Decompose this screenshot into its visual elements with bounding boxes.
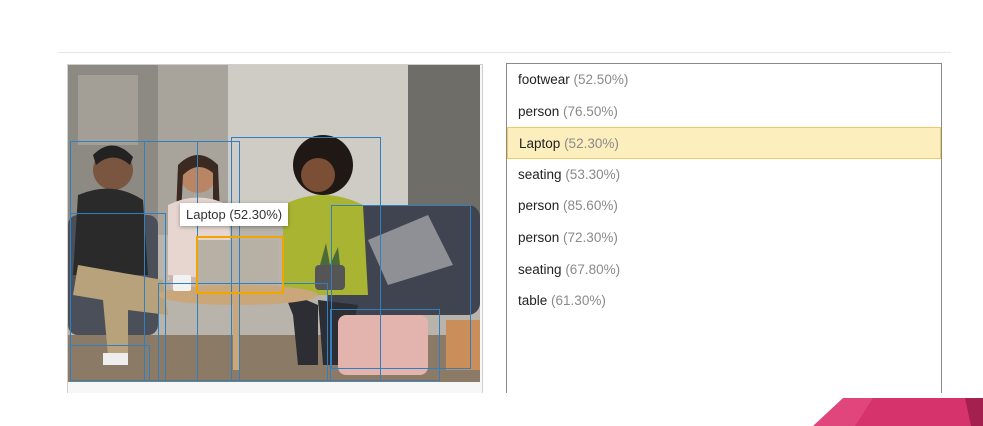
bbox-pouf[interactable] xyxy=(330,309,440,381)
detection-item[interactable]: seating (67.80%) xyxy=(507,254,941,286)
detection-confidence: (76.50%) xyxy=(563,103,618,119)
image-viewer: Laptop (52.30%) xyxy=(67,64,483,393)
bbox-laptop-selected[interactable] xyxy=(196,236,284,294)
detection-item[interactable]: person (76.50%) xyxy=(507,96,941,128)
detection-label: person xyxy=(518,103,560,119)
detection-confidence: (53.30%) xyxy=(565,166,621,182)
detection-confidence: (85.60%) xyxy=(563,198,618,214)
corner-accent-decoration xyxy=(813,398,983,426)
detection-label: table xyxy=(518,293,548,309)
detection-item[interactable]: person (72.30%) xyxy=(507,222,941,254)
detection-confidence: (52.50%) xyxy=(573,72,629,87)
detection-item[interactable]: footwear (52.50%) xyxy=(507,64,941,96)
detection-confidence: (72.30%) xyxy=(563,229,618,245)
detection-confidence: (67.80%) xyxy=(565,261,621,277)
detection-confidence: (61.30%) xyxy=(551,293,606,309)
detection-label: seating xyxy=(518,166,562,182)
detection-item[interactable]: person (85.60%) xyxy=(507,190,941,222)
detection-item[interactable]: seating (53.30%) xyxy=(507,159,941,191)
detection-label: Laptop xyxy=(519,136,561,152)
detection-label: footwear xyxy=(518,72,570,87)
detection-item[interactable]: table (61.30%) xyxy=(507,285,941,317)
detection-label: person xyxy=(518,229,560,245)
detection-list: footwear (52.50%) person (76.50%) Laptop (… xyxy=(506,63,942,393)
detection-label: person xyxy=(518,198,560,214)
detection-item[interactable]: Laptop (52.30%) xyxy=(507,127,941,159)
detection-label: seating xyxy=(518,261,562,277)
detection-confidence: (52.30%) xyxy=(564,136,619,152)
bbox-tooltip: Laptop (52.30%) xyxy=(180,203,289,226)
bbox-table[interactable] xyxy=(158,283,328,381)
bbox-footwear[interactable] xyxy=(70,345,150,381)
